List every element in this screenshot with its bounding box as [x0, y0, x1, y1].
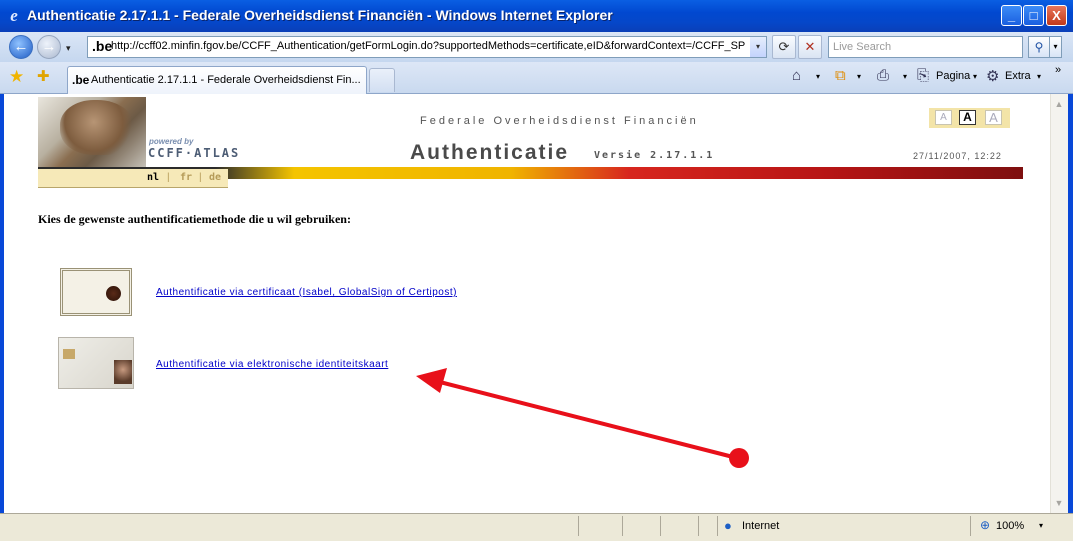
tools-dropdown-icon[interactable]: ▾ — [1037, 72, 1041, 81]
status-divider — [578, 516, 579, 536]
language-separator: | — [199, 172, 202, 183]
status-divider — [660, 516, 661, 536]
site-icon: .be — [92, 38, 113, 54]
page-dropdown-icon[interactable]: ▾ — [973, 72, 977, 81]
close-button[interactable]: X — [1046, 5, 1067, 26]
font-size-small-button[interactable]: A — [935, 110, 952, 125]
status-divider — [970, 516, 971, 536]
powered-by-text: powered by — [149, 137, 194, 146]
certificate-auth-link[interactable]: Authentificatie via certificaat (Isabel,… — [156, 287, 457, 298]
more-commands-icon[interactable]: » — [1055, 64, 1061, 76]
internet-zone-icon: ● — [724, 518, 732, 533]
font-size-large-button[interactable]: A — [985, 110, 1002, 125]
search-button[interactable]: ⚲ — [1028, 36, 1050, 58]
print-dropdown-icon[interactable]: ▾ — [903, 72, 907, 81]
tab-label[interactable]: Authenticatie 2.17.1.1 - Federale Overhe… — [91, 74, 361, 86]
url-input[interactable]: http://ccff02.minfin.fgov.be/CCFF_Authen… — [111, 40, 749, 52]
ccff-atlas-logo: CCFF·ATLAS — [148, 146, 241, 160]
search-input[interactable]: Live Search — [828, 36, 1023, 58]
font-size-medium-button[interactable]: A — [959, 110, 976, 125]
status-bar — [0, 513, 1073, 541]
scroll-down-icon[interactable]: ▼ — [1051, 495, 1067, 512]
feeds-dropdown-icon[interactable]: ▾ — [857, 72, 861, 81]
version-label: Versie 2.17.1.1 — [594, 150, 715, 161]
scroll-up-icon[interactable]: ▲ — [1051, 96, 1067, 113]
window-frame-right — [1068, 94, 1073, 541]
page-title: Authenticatie — [410, 141, 570, 164]
favorites-center-icon[interactable]: ★ — [9, 67, 24, 87]
language-fr-link[interactable]: fr — [180, 172, 192, 183]
eid-chip — [63, 349, 75, 359]
zoom-level[interactable]: 100% — [996, 520, 1024, 532]
home-dropdown-icon[interactable]: ▾ — [816, 72, 820, 81]
tools-menu[interactable]: Extra — [1005, 70, 1031, 82]
stop-button[interactable]: ✕ — [798, 35, 822, 59]
home-icon[interactable]: ⌂ — [792, 67, 801, 84]
feeds-icon[interactable]: ⧉ — [835, 67, 846, 84]
maximize-button[interactable]: □ — [1023, 5, 1044, 26]
tools-icon[interactable]: ⚙ — [986, 67, 999, 85]
new-tab-button[interactable] — [369, 68, 395, 92]
forward-button[interactable]: → — [37, 35, 61, 59]
status-divider — [622, 516, 623, 536]
security-zone-label[interactable]: Internet — [742, 520, 779, 532]
print-icon[interactable]: ⎙ — [877, 67, 889, 84]
organization-name: Federale Overheidsdienst Financiën — [420, 115, 699, 127]
zoom-icon[interactable]: ⊕ — [980, 518, 990, 532]
zoom-dropdown-icon[interactable]: ▾ — [1039, 521, 1043, 530]
instruction-text: Kies de gewenste authentificatiemethode … — [38, 212, 351, 226]
add-favorites-icon[interactable]: ✚ — [37, 67, 50, 85]
tab-site-icon: .be — [72, 73, 90, 87]
language-separator: | — [167, 172, 170, 183]
page-menu[interactable]: Pagina — [936, 70, 970, 82]
page-icon[interactable]: ⎘ — [917, 67, 929, 84]
eid-photo — [114, 360, 132, 384]
refresh-button[interactable]: ⟳ — [772, 35, 796, 59]
vertical-scrollbar[interactable] — [1050, 94, 1068, 513]
certificate-seal — [106, 286, 121, 301]
back-button[interactable]: ← — [9, 35, 33, 59]
status-divider — [717, 516, 718, 536]
eid-auth-link[interactable]: Authentificatie via elektronische identi… — [156, 359, 388, 370]
search-dropdown-button[interactable]: ▾ — [1049, 36, 1062, 58]
language-nl-link[interactable]: nl — [147, 172, 159, 183]
window-title: Authenticatie 2.17.1.1 - Federale Overhe… — [27, 7, 613, 23]
datetime-label: 27/11/2007, 12:22 — [913, 151, 1002, 161]
language-de-link[interactable]: de — [209, 172, 221, 183]
certificate-image[interactable] — [60, 268, 132, 316]
minimize-button[interactable]: _ — [1001, 5, 1022, 26]
history-dropdown-icon[interactable]: ▾ — [66, 43, 71, 54]
bear-photo-detail — [60, 100, 135, 155]
ie-icon: e — [10, 6, 18, 25]
url-dropdown-button[interactable]: ▾ — [750, 37, 766, 57]
status-divider — [698, 516, 699, 536]
